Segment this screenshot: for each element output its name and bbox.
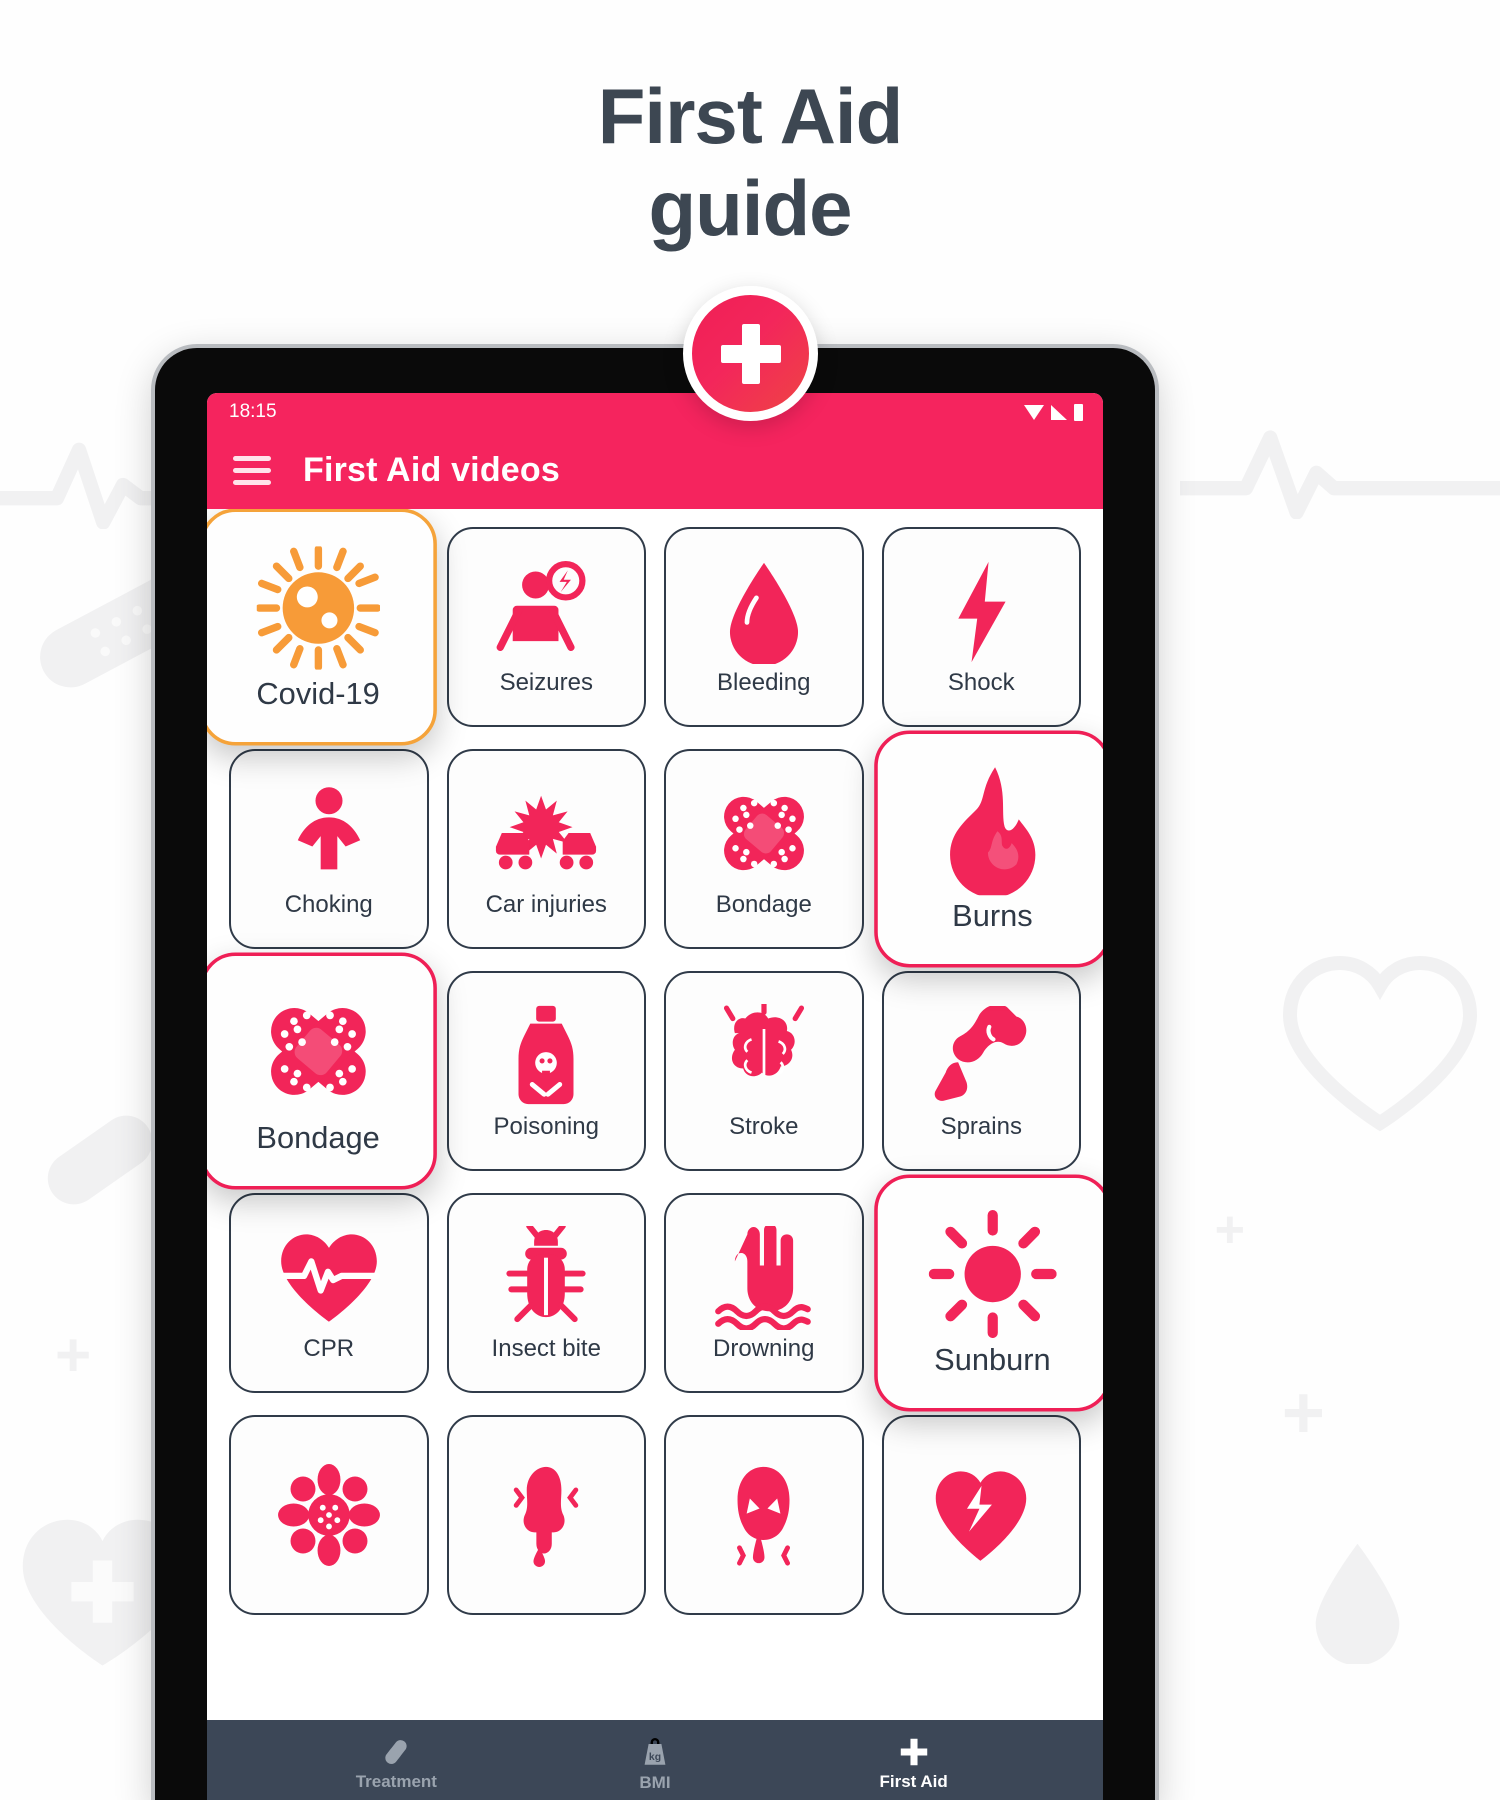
- seizure-icon: [494, 558, 598, 666]
- poison-bottle-icon: [500, 1002, 592, 1110]
- category-tile[interactable]: Bleeding: [664, 527, 864, 727]
- category-tile-label: Bondage: [256, 1119, 380, 1155]
- joint-sprain-icon: [929, 1002, 1033, 1110]
- category-tile[interactable]: Shock: [881, 527, 1081, 727]
- page-title-line2: guide: [648, 164, 853, 253]
- device-screen: 18:15 First Aid videos Covid-19 Seizures B…: [207, 393, 1103, 1800]
- category-tile[interactable]: Poisoning: [446, 971, 646, 1171]
- battery-icon: [1074, 403, 1083, 421]
- category-tile[interactable]: Sprains: [881, 971, 1081, 1171]
- category-tile-label: Sunburn: [933, 1341, 1051, 1377]
- flower-allergy-icon: [277, 1461, 381, 1569]
- plus-watermark-c: +: [1281, 1371, 1325, 1454]
- flame-icon: [937, 766, 1046, 895]
- category-tile-label: Seizures: [499, 668, 593, 696]
- plus-watermark-a: +: [55, 1321, 92, 1390]
- category-tile[interactable]: Burns: [873, 730, 1103, 968]
- bottom-nav-label: Treatment: [355, 1771, 437, 1791]
- category-tile-label: Insect bite: [491, 1334, 601, 1362]
- medical-cross-icon: [899, 1737, 929, 1767]
- vomiting-icon: [714, 1461, 814, 1569]
- kg-weight-icon: kg: [640, 1736, 670, 1768]
- category-tile-label: Choking: [284, 890, 373, 918]
- category-tile-label: Sprains: [940, 1112, 1022, 1140]
- bottom-nav-item[interactable]: kg BMI: [580, 1736, 730, 1793]
- sun-icon: [927, 1209, 1056, 1338]
- bottom-nav-label: First Aid: [879, 1771, 948, 1791]
- category-tile-label: Covid-19: [256, 675, 380, 711]
- category-tile[interactable]: Car injuries: [446, 749, 646, 949]
- app-bar-title: First Aid videos: [303, 450, 560, 489]
- blood-drop-watermark: [1315, 1543, 1400, 1664]
- category-tile[interactable]: Covid-19: [207, 509, 437, 746]
- status-bar-time: 18:15: [229, 401, 277, 422]
- bottom-nav-item[interactable]: Treatment: [321, 1737, 471, 1792]
- bandage-cross-icon: [710, 780, 818, 888]
- blood-drop-icon: [718, 558, 810, 666]
- category-tile-label: Shock: [947, 668, 1015, 696]
- content-scroll-area[interactable]: Covid-19 Seizures Bleeding Shock Choking Car …: [207, 509, 1103, 1720]
- svg-text:kg: kg: [649, 1752, 661, 1763]
- category-tile[interactable]: Bondage: [664, 749, 864, 949]
- bottom-nav-item[interactable]: First Aid: [839, 1737, 989, 1792]
- category-tile[interactable]: [664, 1415, 864, 1615]
- category-tile-label: Car injuries: [485, 890, 607, 918]
- car-crash-icon: [492, 780, 600, 888]
- ekg-watermark-right: [1180, 430, 1500, 519]
- category-tile[interactable]: Choking: [229, 749, 429, 949]
- bug-icon: [498, 1224, 594, 1332]
- bandage-cross-icon: [254, 988, 382, 1116]
- category-tile[interactable]: [229, 1415, 429, 1615]
- bottom-navigation-bar: Treatment kg BMI First Aid: [207, 1720, 1103, 1800]
- category-tile[interactable]: Bondage: [207, 952, 437, 1190]
- medical-cross-icon: [720, 323, 781, 384]
- pill-watermark: [47, 1115, 153, 1205]
- category-tile[interactable]: Stroke: [664, 971, 864, 1171]
- app-bar: First Aid videos: [207, 431, 1103, 509]
- page-title: First Aid guide: [0, 70, 1500, 254]
- category-tile-label: Bondage: [715, 890, 812, 918]
- category-tile[interactable]: [881, 1415, 1081, 1615]
- category-tile-label: Poisoning: [493, 1112, 599, 1140]
- category-tile-label: Burns: [951, 897, 1033, 933]
- lightning-bolt-icon: [945, 558, 1017, 666]
- bottom-nav-label: BMI: [639, 1772, 671, 1792]
- category-tile[interactable]: [446, 1415, 646, 1615]
- heart-attack-icon: [931, 1461, 1031, 1569]
- brain-icon: [712, 1002, 816, 1110]
- medical-cross-badge: [683, 286, 818, 421]
- signal-icon: [1051, 404, 1067, 420]
- category-grid: Covid-19 Seizures Bleeding Shock Choking Car …: [207, 509, 1103, 1615]
- heart-outline-watermark-right: [1282, 955, 1478, 1132]
- virus-icon: [256, 544, 380, 672]
- choking-person-icon: [277, 780, 381, 888]
- category-tile[interactable]: Seizures: [446, 527, 646, 727]
- tablet-device-frame: 18:15 First Aid videos Covid-19 Seizures B…: [155, 348, 1155, 1800]
- category-tile-label: Bleeding: [717, 668, 811, 696]
- category-tile-label: CPR: [303, 1334, 355, 1362]
- category-tile[interactable]: CPR: [229, 1193, 429, 1393]
- status-bar-icons: [1024, 403, 1083, 421]
- page-root: + + + First Aid guide 18:15 First Aid vi…: [0, 0, 1500, 1800]
- plus-watermark-b: +: [1214, 1201, 1245, 1259]
- category-tile[interactable]: Drowning: [664, 1193, 864, 1393]
- pill-icon: [381, 1737, 411, 1767]
- category-tile[interactable]: Insect bite: [446, 1193, 646, 1393]
- drowning-hand-icon: [712, 1224, 816, 1332]
- category-tile-label: Drowning: [713, 1334, 815, 1362]
- wifi-icon: [1024, 404, 1044, 420]
- hamburger-menu-icon[interactable]: [233, 455, 271, 485]
- nose-bleed-icon: [498, 1461, 594, 1569]
- heart-pulse-icon: [277, 1224, 381, 1332]
- page-title-line1: First Aid: [597, 72, 903, 160]
- category-tile-label: Stroke: [729, 1112, 799, 1140]
- category-tile[interactable]: Sunburn: [873, 1174, 1103, 1412]
- status-bar: 18:15: [207, 393, 1103, 431]
